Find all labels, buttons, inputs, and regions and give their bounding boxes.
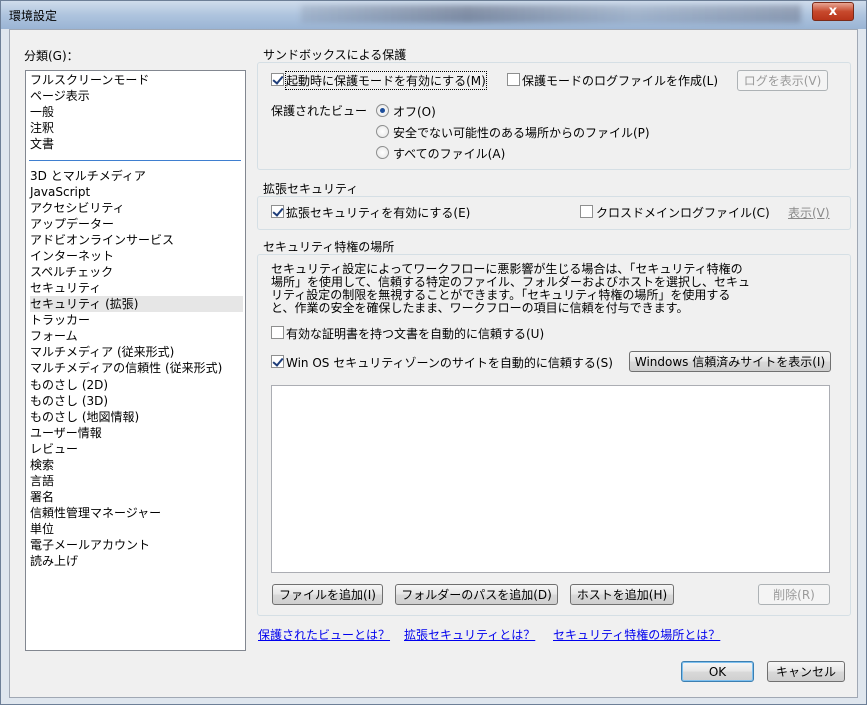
categories-label: 分類(G)： [24, 49, 79, 63]
category-item[interactable]: 一般 [30, 104, 243, 120]
protected-view-help-link[interactable]: 保護されたビューとは？ [258, 626, 390, 643]
ok-button[interactable]: OK [681, 661, 754, 682]
protected-view-label: 保護されたビュー [271, 104, 368, 118]
radio-off[interactable] [376, 104, 389, 117]
add-folder-button[interactable]: フォルダーのパスを追加(D) [395, 584, 558, 605]
category-item[interactable]: インターネット [30, 248, 243, 264]
enhanced-help-link[interactable]: 拡張セキュリティとは？ [404, 626, 535, 643]
privileged-locations-list[interactable] [271, 385, 830, 573]
close-icon[interactable]: x [812, 2, 854, 21]
list-separator [29, 160, 241, 161]
category-item[interactable]: ユーザー情報 [30, 425, 243, 441]
category-item[interactable]: 3D とマルチメディア [30, 168, 243, 184]
categories-list[interactable]: フルスクリーンモード ページ表示 一般 注釈 文書 3D とマルチメディア JavaScri… [25, 70, 246, 651]
protected-mode-label[interactable]: 起動時に保護モードを有効にする(M) [285, 71, 487, 90]
create-log-label[interactable]: 保護モードのログファイルを作成(L) [522, 72, 718, 89]
enhanced-security-label[interactable]: 拡張セキュリティを有効にする(E) [286, 204, 470, 221]
enhanced-group-title: 拡張セキュリティ [263, 182, 359, 196]
show-log-link[interactable]: 表示(V) [788, 204, 830, 221]
category-item[interactable]: 文書 [30, 136, 243, 152]
category-item[interactable]: 単位 [30, 521, 243, 537]
category-item[interactable]: アップデーター [30, 216, 243, 232]
radio-off-label[interactable]: オフ(O) [393, 103, 436, 120]
add-host-button[interactable]: ホストを追加(H) [570, 584, 674, 605]
category-item[interactable]: ものさし (地図情報) [30, 409, 243, 425]
radio-all-label[interactable]: すべてのファイル(A) [393, 145, 505, 162]
category-item[interactable]: トラッカー [30, 312, 243, 328]
blurred-background [301, 5, 801, 23]
title-bar[interactable]: 環境設定 x [1, 1, 866, 29]
category-item[interactable]: 署名 [30, 489, 243, 505]
category-item[interactable]: アドビオンラインサービス [30, 232, 243, 248]
radio-all-files[interactable] [376, 146, 389, 159]
category-item[interactable]: 注釈 [30, 120, 243, 136]
category-item[interactable]: アクセシビリティ [30, 200, 243, 216]
radio-unsafe-label[interactable]: 安全でない可能性のある場所からのファイル(P) [393, 124, 650, 141]
cancel-button[interactable]: キャンセル [767, 661, 845, 682]
create-log-checkbox[interactable] [507, 73, 520, 86]
cross-domain-log-checkbox[interactable] [580, 205, 593, 218]
category-item[interactable]: 言語 [30, 473, 243, 489]
category-item[interactable]: マルチメディアの信頼性 (従来形式) [30, 360, 243, 376]
category-item[interactable]: レビュー [30, 441, 243, 457]
remove-button[interactable]: 削除(R) [758, 584, 830, 605]
trust-win-zone-label[interactable]: Win OS セキュリティゾーンのサイトを自動的に信頼する(S) [286, 354, 613, 371]
window-title: 環境設定 [9, 9, 58, 23]
privileged-group-title: セキュリティ特権の場所 [263, 240, 395, 254]
category-item[interactable]: ものさし (3D) [30, 393, 243, 409]
add-file-button[interactable]: ファイルを追加(I) [272, 584, 383, 605]
trust-certified-label[interactable]: 有効な証明書を持つ文書を自動的に信頼する(U) [286, 325, 544, 342]
radio-unsafe-locations[interactable] [376, 125, 389, 138]
category-item[interactable]: 読み上げ [30, 553, 243, 569]
description-line: と、作業の安全を確保したまま、ワークフローの項目に信頼を付与できます。 [271, 301, 689, 315]
category-item[interactable]: スペルチェック [30, 264, 243, 280]
category-item[interactable]: ページ表示 [30, 88, 243, 104]
view-log-button[interactable]: ログを表示(V) [737, 70, 828, 91]
enhanced-security-checkbox[interactable] [271, 205, 284, 218]
category-item[interactable]: ものさし (2D) [30, 377, 243, 393]
category-item[interactable]: セキュリティ (拡張) [30, 296, 243, 313]
category-item[interactable]: JavaScript [30, 184, 243, 200]
category-item[interactable]: 検索 [30, 457, 243, 473]
show-trusted-sites-button[interactable]: Windows 信頼済みサイトを表示(I) [629, 351, 831, 372]
privileged-help-link[interactable]: セキュリティ特権の場所とは？ [553, 626, 720, 643]
category-item[interactable]: マルチメディア (従来形式) [30, 344, 243, 360]
category-item[interactable]: フォーム [30, 328, 243, 344]
category-item[interactable]: 信頼性管理マネージャー [30, 505, 243, 521]
privileged-description: セキュリティ設定によってワークフローに悪影響が生じる場合は、「セキュリティ特権の… [271, 263, 771, 315]
category-item[interactable]: フルスクリーンモード [30, 72, 243, 88]
sandbox-group-title: サンドボックスによる保護 [263, 48, 407, 62]
cross-domain-log-label[interactable]: クロスドメインログファイル(C) [596, 204, 770, 221]
trust-certified-checkbox[interactable] [271, 326, 284, 339]
dialog-client-area: 分類(G)： フルスクリーンモード ページ表示 一般 注釈 文書 3D とマルチメディア J… [9, 29, 858, 698]
category-item[interactable]: セキュリティ [30, 280, 243, 296]
category-item[interactable]: 電子メールアカウント [30, 537, 243, 553]
trust-win-zone-checkbox[interactable] [271, 355, 284, 368]
preferences-window: 環境設定 x 分類(G)： フルスクリーンモード ページ表示 一般 注釈 文書 3D とマ… [0, 0, 867, 705]
protected-mode-checkbox[interactable] [271, 73, 284, 86]
